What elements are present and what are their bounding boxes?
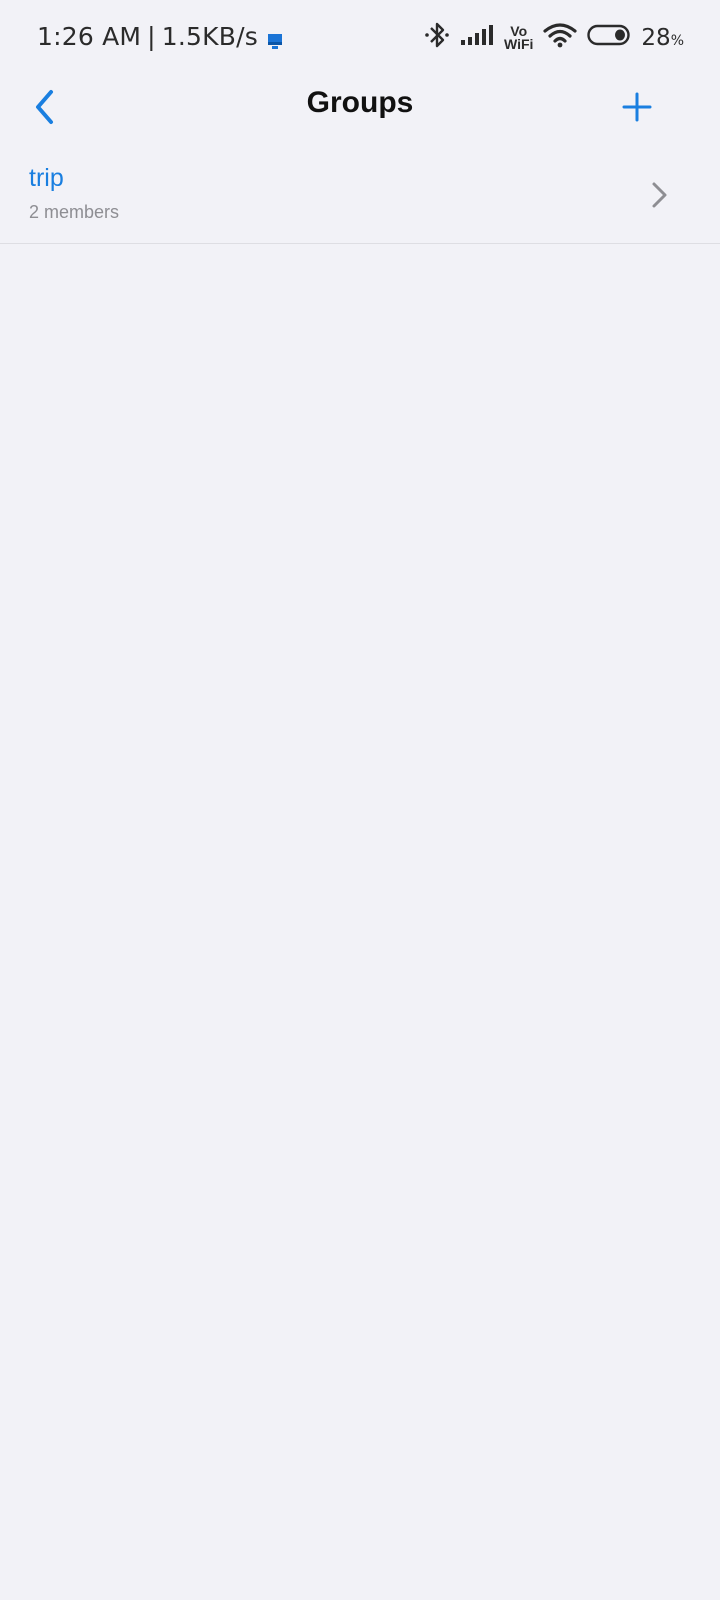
- screen: 1:26 AM | 1.5KB/s Vo WiFi 28% Groups tri…: [0, 0, 720, 1600]
- network-speed: 1.5KB/s: [161, 22, 258, 51]
- group-row[interactable]: trip 2 members: [0, 150, 720, 244]
- battery-level: 28%: [641, 25, 684, 51]
- navigation-bar: Groups: [0, 76, 720, 152]
- status-separator: |: [147, 22, 156, 51]
- status-time: 1:26 AM: [37, 22, 142, 51]
- status-bar: 1:26 AM | 1.5KB/s Vo WiFi 28%: [0, 0, 720, 76]
- battery-icon: [587, 23, 631, 52]
- status-right: Vo WiFi 28%: [424, 20, 684, 55]
- battery-percent-sign: %: [670, 32, 684, 49]
- plus-icon: [622, 92, 652, 127]
- chevron-right-icon: [650, 180, 670, 210]
- wifi-label: WiFi: [503, 35, 534, 52]
- group-member-count: 2 members: [29, 202, 120, 222]
- vowifi-indicator: Vo WiFi: [503, 24, 534, 52]
- wifi-icon: [543, 22, 578, 53]
- group-list: trip 2 members: [0, 150, 720, 244]
- group-name: trip: [29, 164, 64, 192]
- signal-icon: [460, 23, 494, 52]
- bluetooth-icon: [424, 20, 450, 55]
- battery-percent-value: 28: [641, 24, 671, 51]
- status-left: 1:26 AM | 1.5KB/s: [37, 22, 284, 51]
- add-group-button[interactable]: [610, 82, 664, 136]
- data-saver-icon: [266, 28, 284, 49]
